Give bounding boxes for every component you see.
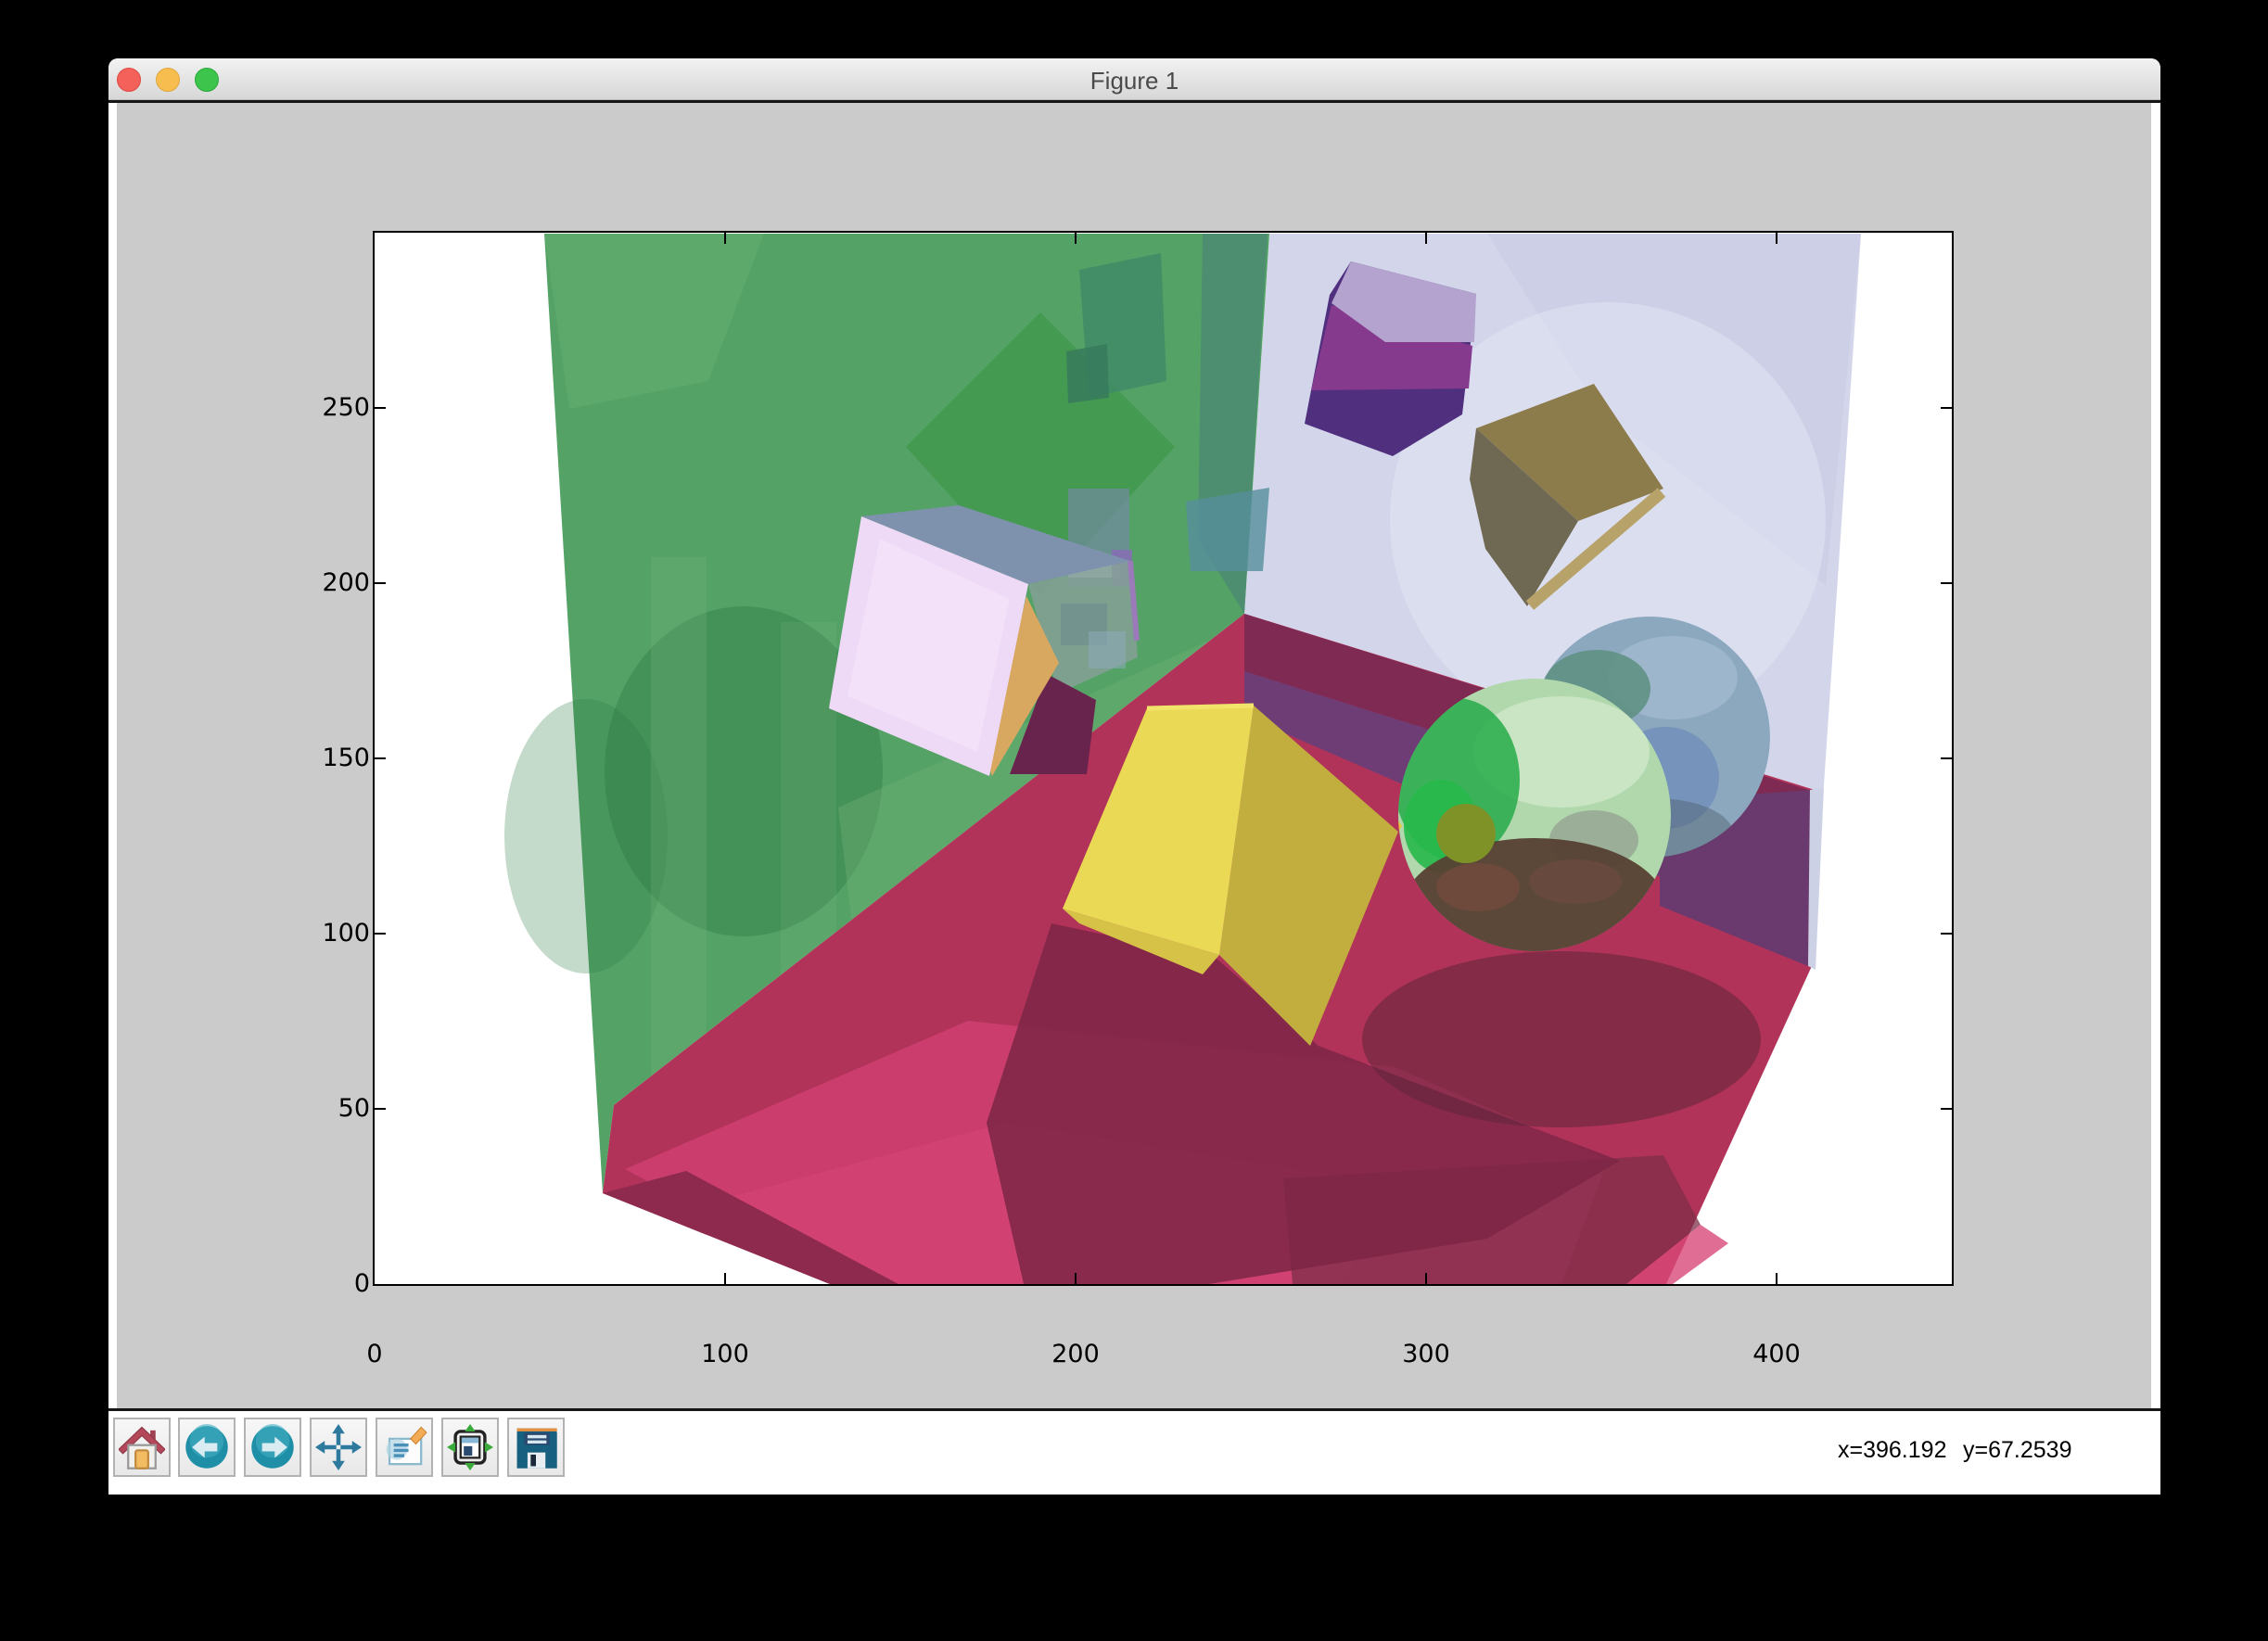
x-tick-label: 100	[669, 1340, 781, 1368]
titlebar[interactable]: Figure 1	[108, 58, 2160, 100]
wall-edge-sliver	[1808, 788, 1824, 970]
cursor-x-readout: x=396.192	[1838, 1437, 1946, 1464]
sphere-shadow	[1362, 951, 1761, 1127]
forward-icon	[249, 1424, 296, 1470]
x-tick-label: 400	[1721, 1340, 1832, 1368]
rendered-scene-image	[375, 233, 1952, 1284]
screen: Figure 1	[0, 0, 2268, 1641]
navigation-toolbar: x=396.192 y=67.2539	[108, 1411, 2160, 1495]
y-tick-label: 150	[287, 744, 370, 772]
figure-window: Figure 1	[108, 58, 2160, 1495]
customize-icon	[381, 1424, 427, 1470]
figure-canvas[interactable]: 0 100 200 300 400 0 50 100 150 200 250	[117, 103, 2151, 1408]
wall-teal-reflection	[1186, 488, 1269, 571]
pan-button[interactable]	[310, 1418, 367, 1477]
wall-dark-square	[1066, 344, 1109, 403]
axes-area[interactable]	[373, 231, 1954, 1286]
customize-button[interactable]	[376, 1418, 433, 1477]
y-tick-label: 100	[287, 919, 370, 948]
save-button[interactable]	[507, 1418, 565, 1477]
y-tick-label: 50	[287, 1094, 370, 1123]
back-button[interactable]	[178, 1418, 236, 1477]
wall-strip-1	[651, 557, 707, 1076]
x-tick-label: 0	[319, 1340, 430, 1368]
window-title: Figure 1	[108, 67, 2160, 95]
x-tick-label: 200	[1020, 1340, 1131, 1368]
back-icon	[184, 1424, 230, 1470]
cursor-y-readout: y=67.2539	[1963, 1437, 2071, 1464]
y-tick-label: 0	[287, 1269, 370, 1298]
home-button[interactable]	[113, 1418, 171, 1477]
y-tick-label: 250	[287, 393, 370, 422]
save-icon	[513, 1424, 559, 1470]
pan-icon	[315, 1424, 362, 1470]
wall-shadow-2	[504, 699, 668, 973]
forward-button[interactable]	[244, 1418, 301, 1477]
configure-subplots-icon	[447, 1424, 493, 1470]
x-tick-label: 300	[1370, 1340, 1482, 1368]
home-icon	[119, 1424, 165, 1470]
y-tick-label: 200	[287, 568, 370, 597]
configure-subplots-button[interactable]	[441, 1418, 499, 1477]
